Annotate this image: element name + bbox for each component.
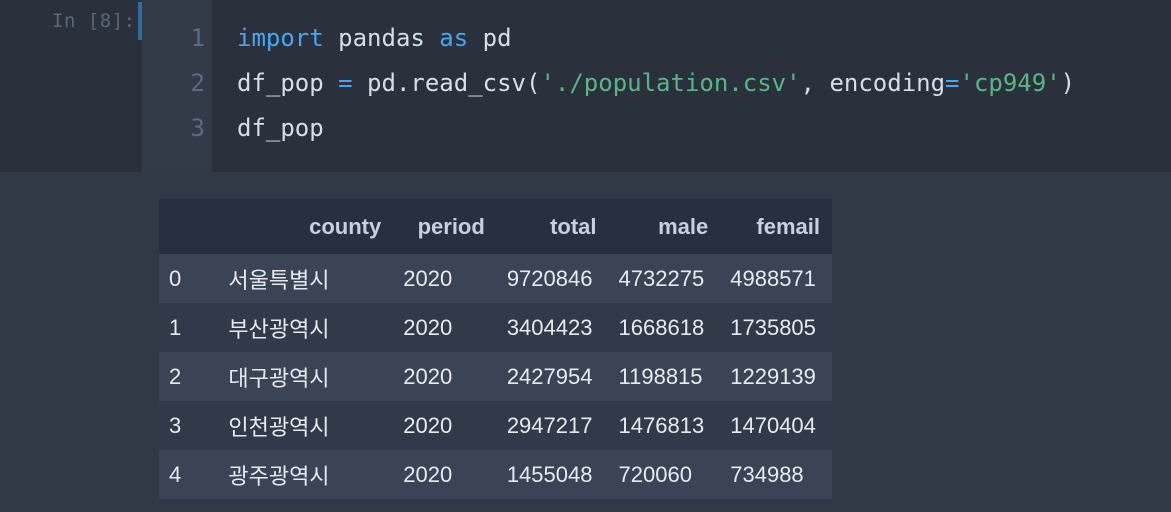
cell-total: 9720846 <box>496 254 609 303</box>
cell-male: 1668618 <box>608 303 721 352</box>
code-token: df_pop <box>237 114 324 142</box>
code-token: , encoding <box>800 69 946 97</box>
column-header-total: total <box>496 199 609 254</box>
row-index: 0 <box>159 254 219 303</box>
cell-femail: 1470404 <box>720 401 832 450</box>
cell-period: 2020 <box>393 352 497 401</box>
cell-county: 대구광역시 <box>218 352 394 401</box>
code-cell[interactable]: In [8]: 1 2 3 import pandas as pd df_pop… <box>0 0 1171 172</box>
cell-period: 2020 <box>393 450 497 499</box>
row-index: 3 <box>159 401 219 450</box>
column-header-femail: femail <box>720 199 832 254</box>
table-header-row: county period total male femail <box>159 199 832 254</box>
cell-male: 720060 <box>608 450 721 499</box>
code-token: import <box>237 24 324 52</box>
row-index: 4 <box>159 450 219 499</box>
index-header <box>159 199 219 254</box>
line-number-gutter: 1 2 3 <box>142 0 212 172</box>
code-token: = <box>338 69 353 97</box>
column-header-male: male <box>608 199 721 254</box>
line-number: 3 <box>190 114 205 142</box>
column-header-county: county <box>218 199 394 254</box>
cell-county: 광주광역시 <box>218 450 394 499</box>
code-line[interactable]: df_pop = pd.read_csv('./population.csv',… <box>237 69 1075 97</box>
line-number: 1 <box>190 24 205 52</box>
code-token: 'cp949' <box>959 69 1061 97</box>
notebook-page: In [8]: 1 2 3 import pandas as pd df_pop… <box>0 0 1171 512</box>
code-token: pd <box>468 24 512 52</box>
cell-period: 2020 <box>393 401 497 450</box>
cell-prompt: In [8]: <box>52 10 136 32</box>
cell-femail: 1229139 <box>720 352 832 401</box>
table-row: 4 광주광역시 2020 1455048 720060 734988 <box>159 450 832 499</box>
row-index: 2 <box>159 352 219 401</box>
code-token: ) <box>1060 69 1076 97</box>
code-line[interactable]: import pandas as pd <box>237 24 512 52</box>
table-row: 2 대구광역시 2020 2427954 1198815 1229139 <box>159 352 832 401</box>
code-token: pd.read_csv( <box>352 69 541 97</box>
dataframe-output: county period total male femail 0 서울특별시 … <box>159 199 832 499</box>
cell-county: 부산광역시 <box>218 303 394 352</box>
code-token: df_pop <box>237 69 339 97</box>
cell-femail: 4988571 <box>720 254 832 303</box>
cell-period: 2020 <box>393 303 497 352</box>
code-token: = <box>945 69 960 97</box>
code-token: './population.csv' <box>540 69 801 97</box>
cell-male: 1476813 <box>608 401 721 450</box>
table-row: 1 부산광역시 2020 3404423 1668618 1735805 <box>159 303 832 352</box>
row-index: 1 <box>159 303 219 352</box>
cell-total: 1455048 <box>496 450 609 499</box>
cell-county: 인천광역시 <box>218 401 394 450</box>
cell-male: 1198815 <box>608 352 721 401</box>
code-token: pandas <box>323 24 440 52</box>
cell-total: 3404423 <box>496 303 609 352</box>
cell-total: 2947217 <box>496 401 609 450</box>
cell-femail: 734988 <box>720 450 832 499</box>
line-number: 2 <box>190 69 205 97</box>
cell-femail: 1735805 <box>720 303 832 352</box>
cell-male: 4732275 <box>608 254 721 303</box>
code-line[interactable]: df_pop <box>237 114 324 142</box>
cell-period: 2020 <box>393 254 497 303</box>
cell-county: 서울특별시 <box>218 254 394 303</box>
cell-total: 2427954 <box>496 352 609 401</box>
table-row: 0 서울특별시 2020 9720846 4732275 4988571 <box>159 254 832 303</box>
column-header-period: period <box>393 199 497 254</box>
code-token: as <box>439 24 469 52</box>
table-row: 3 인천광역시 2020 2947217 1476813 1470404 <box>159 401 832 450</box>
